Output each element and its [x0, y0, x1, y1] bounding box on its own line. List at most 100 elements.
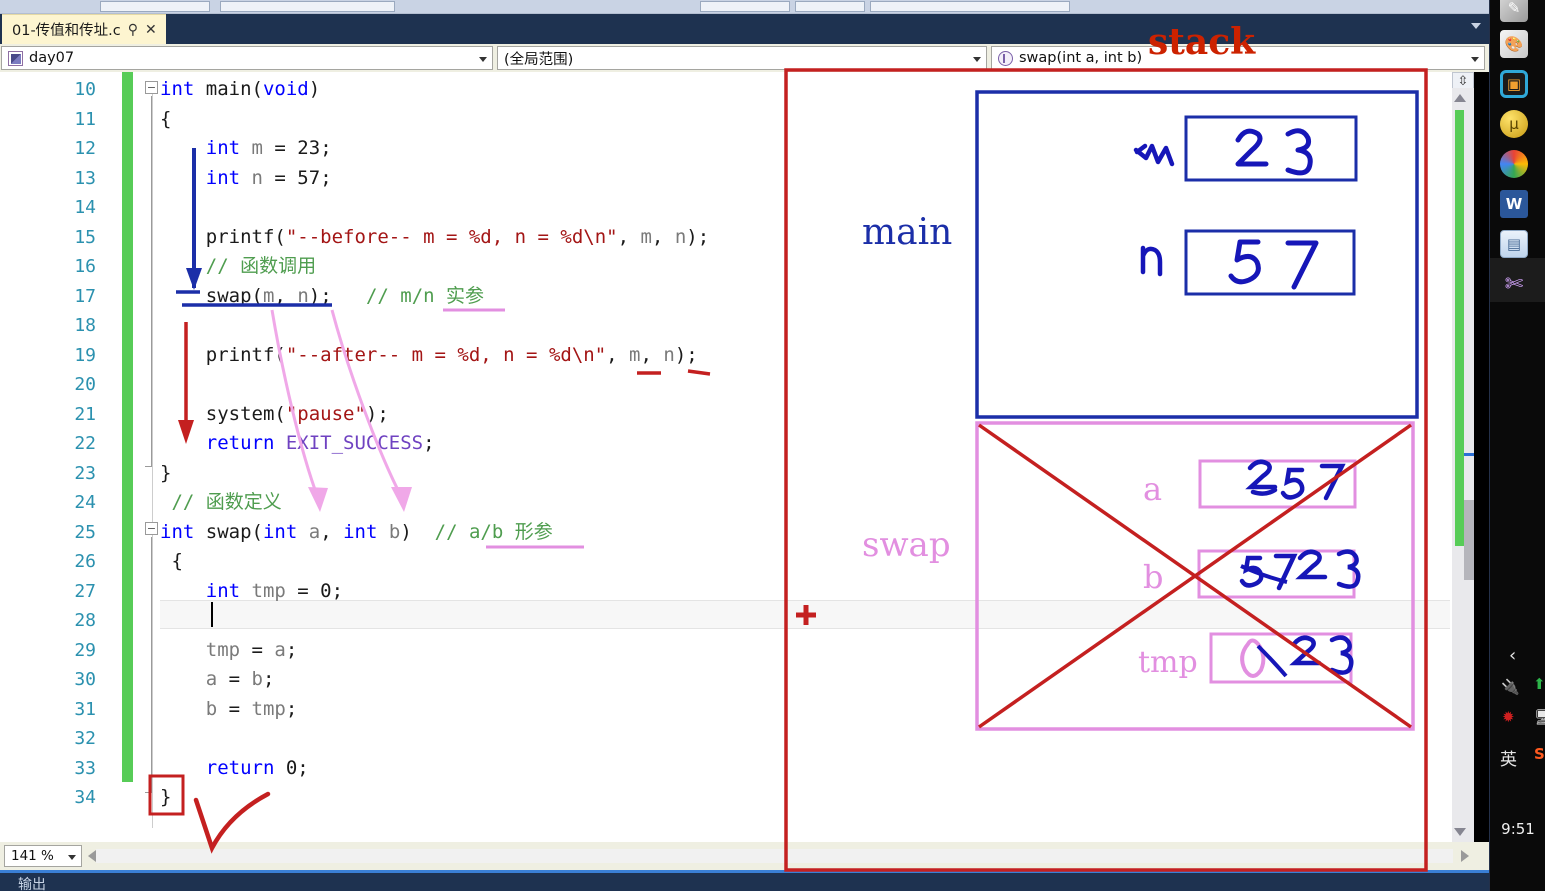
- line-number: 31: [74, 698, 96, 720]
- chevron-down-icon: [68, 855, 76, 860]
- code-line[interactable]: 23}: [0, 459, 1452, 489]
- notepad-icon[interactable]: ▤: [1500, 230, 1528, 258]
- ime-indicator[interactable]: 英: [1500, 745, 1517, 770]
- code-line[interactable]: 20: [0, 370, 1452, 400]
- code-line[interactable]: 24 // 函数定义: [0, 488, 1452, 518]
- editor-vertical-scrollbar[interactable]: [1452, 88, 1474, 842]
- line-content: printf("--before-- m = %d, n = %d\n", m,…: [160, 225, 710, 248]
- line-content: int swap(int a, int b) // a/b 形参: [160, 520, 553, 543]
- code-line[interactable]: 34}: [0, 783, 1452, 813]
- code-line[interactable]: 16 // 函数调用: [0, 252, 1452, 282]
- hscroll-right-arrow[interactable]: [1461, 850, 1469, 862]
- member-dropdown[interactable]: swap(int a, int b): [991, 46, 1485, 70]
- code-line[interactable]: 27 int tmp = 0;: [0, 577, 1452, 607]
- windows-taskbar[interactable]: ✎ 🎨 ▣ μ W ▤ ✄ ‹ 🔌 ⬆ ✹ 🖥 英 S 9:51: [1489, 0, 1545, 891]
- project-dropdown[interactable]: day07: [1, 46, 493, 70]
- hscroll-left-arrow[interactable]: [88, 850, 96, 862]
- code-line[interactable]: 33 return 0;: [0, 754, 1452, 784]
- pin-icon[interactable]: ⚲: [128, 23, 138, 37]
- code-line[interactable]: 19 printf("--after-- m = %d, n = %d\n", …: [0, 341, 1452, 371]
- code-editor[interactable]: 10 int main(void) 11{12 int m = 23; 13 int …: [0, 72, 1452, 842]
- close-icon[interactable]: ✕: [145, 23, 157, 37]
- toolbar-chunk: [220, 1, 395, 12]
- line-content: }: [160, 461, 172, 484]
- code-line[interactable]: 17 swap(m, n); // m/n 实参: [0, 282, 1452, 312]
- code-line[interactable]: 15 printf("--before-- m = %d, n = %d\n",…: [0, 223, 1452, 253]
- method-icon: [998, 50, 1013, 66]
- scroll-down-arrow[interactable]: [1454, 828, 1466, 836]
- code-line[interactable]: 11 {: [0, 105, 1452, 135]
- line-number: 32: [74, 728, 96, 749]
- scope-dropdown[interactable]: (全局范围): [497, 46, 987, 70]
- line-content: return EXIT_SUCCESS;: [160, 432, 435, 454]
- brace-guide-swap: [151, 537, 152, 792]
- taskbar-clock[interactable]: 9:51: [1490, 820, 1545, 838]
- horizontal-scrollbar[interactable]: [96, 849, 1453, 863]
- collapse-toggle-main[interactable]: −: [145, 81, 158, 94]
- line-content: {: [160, 107, 172, 130]
- project-dropdown-label: day07: [29, 50, 75, 66]
- code-line[interactable]: 32: [0, 724, 1452, 754]
- code-line[interactable]: 28: [0, 606, 1452, 636]
- network-icon[interactable]: 🖥: [1534, 708, 1545, 726]
- code-line[interactable]: 13 int n = 57;: [0, 164, 1452, 194]
- toolbar-chunk: [700, 1, 790, 12]
- project-icon: [8, 50, 23, 66]
- line-number: 33: [74, 757, 96, 779]
- output-pane-header[interactable]: 输出: [0, 870, 1489, 891]
- window-toolbar-strip: [0, 0, 1489, 14]
- code-line[interactable]: 26 {: [0, 547, 1452, 577]
- battery-icon[interactable]: 🔌: [1501, 678, 1520, 696]
- zoom-level-dropdown[interactable]: 141 %: [4, 845, 82, 867]
- code-line[interactable]: 30 a = b;: [0, 665, 1452, 695]
- line-content: a = b;: [160, 668, 275, 690]
- editor-status-bar: 141 %: [0, 842, 1489, 870]
- scrollbar-thumb[interactable]: [1464, 500, 1474, 580]
- line-content: int m = 23;: [160, 137, 332, 159]
- code-line[interactable]: 12 int m = 23;: [0, 134, 1452, 164]
- chrome-icon[interactable]: [1500, 150, 1528, 178]
- line-content: }: [160, 786, 172, 808]
- brace-guide-main: [151, 96, 152, 466]
- code-line[interactable]: 21 system("pause");: [0, 400, 1452, 430]
- line-content: int n = 57;: [160, 166, 332, 189]
- scroll-up-arrow[interactable]: [1454, 94, 1466, 102]
- code-text[interactable]: 10 int main(void) 11{12 int m = 23; 13 int …: [0, 72, 1452, 842]
- word-icon[interactable]: W: [1500, 190, 1528, 218]
- collapse-toggle-swap[interactable]: −: [145, 522, 158, 535]
- line-number: 25: [74, 521, 96, 543]
- chevron-down-icon: [479, 57, 487, 62]
- code-line[interactable]: 25 int swap(int a, int b) // a/b 形参: [0, 518, 1452, 548]
- chevron-down-icon[interactable]: [1471, 23, 1481, 29]
- line-content: // 函数调用: [160, 255, 317, 277]
- vscode-icon[interactable]: ✄: [1500, 270, 1528, 298]
- chevron-down-icon: [973, 57, 981, 62]
- line-content: b = tmp;: [160, 697, 298, 720]
- document-tab[interactable]: 01-传值和传址.c ⚲ ✕: [2, 14, 166, 44]
- code-line[interactable]: 22 return EXIT_SUCCESS;: [0, 429, 1452, 459]
- line-content: swap(m, n); // m/n 实参: [160, 284, 485, 307]
- code-line[interactable]: 10 int main(void): [0, 75, 1452, 105]
- line-number: 30: [74, 669, 96, 690]
- onedrive-up-icon[interactable]: ⬆: [1533, 675, 1545, 693]
- chevron-left-icon[interactable]: ‹: [1509, 645, 1516, 666]
- line-content: tmp = a;: [160, 638, 298, 661]
- code-line[interactable]: 14: [0, 193, 1452, 223]
- code-line[interactable]: 31 b = tmp;: [0, 695, 1452, 725]
- utorrent-icon[interactable]: μ: [1500, 110, 1528, 138]
- code-line[interactable]: 18: [0, 311, 1452, 341]
- antivirus-icon[interactable]: ✹: [1502, 708, 1515, 726]
- line-number: 10: [74, 79, 96, 100]
- line-number: 14: [74, 197, 96, 218]
- line-number: 16: [74, 256, 96, 277]
- line-content: printf("--after-- m = %d, n = %d\n", m, …: [160, 343, 698, 366]
- line-number: 15: [74, 226, 96, 248]
- toolbar-chunk: [795, 1, 865, 12]
- sogou-icon[interactable]: S: [1534, 745, 1545, 763]
- code-line[interactable]: 29 tmp = a;: [0, 636, 1452, 666]
- line-number: 24: [74, 492, 96, 513]
- note-icon[interactable]: ✎: [1500, 0, 1528, 22]
- paint-icon[interactable]: 🎨: [1500, 30, 1528, 58]
- snipaste-icon[interactable]: ▣: [1500, 70, 1528, 98]
- line-number: 28: [74, 610, 96, 631]
